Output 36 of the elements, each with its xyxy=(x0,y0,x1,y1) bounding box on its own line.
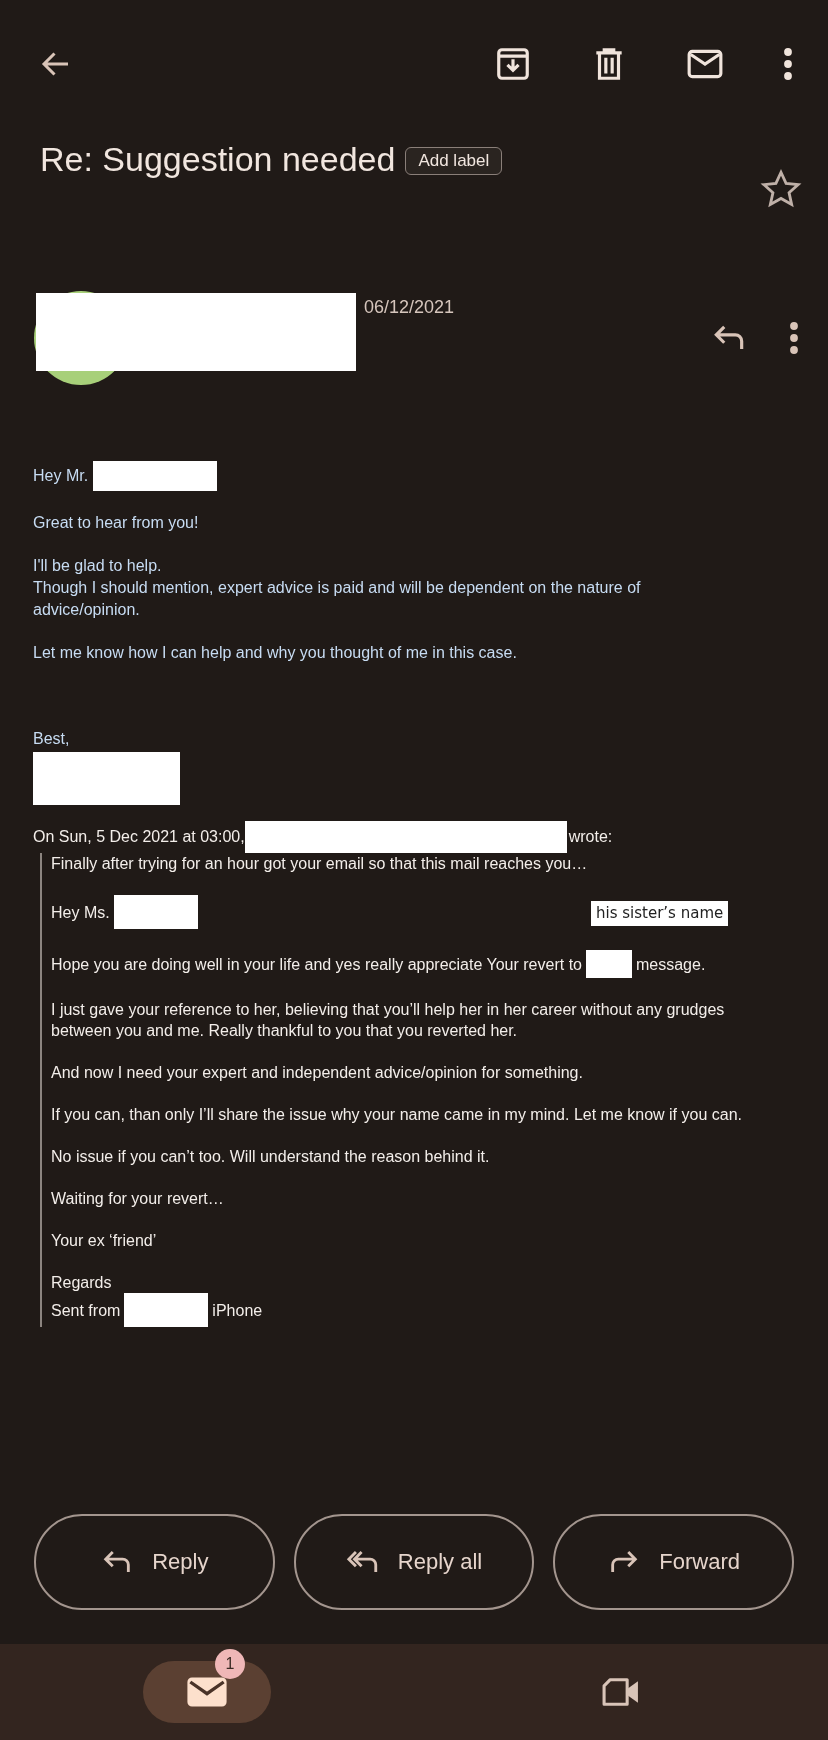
annotation-label: his sister’s name xyxy=(591,901,729,926)
redaction-block xyxy=(586,950,632,978)
archive-icon[interactable] xyxy=(494,45,532,83)
quoted-text: message. xyxy=(636,954,706,975)
quoted-text: Regards xyxy=(51,1273,112,1293)
message-text: Great to hear from you! xyxy=(33,513,199,533)
notification-badge: 1 xyxy=(215,1649,245,1679)
attribution-text: wrote: xyxy=(568,828,613,846)
more-icon[interactable] xyxy=(788,320,800,356)
message-date: 06/12/2021 xyxy=(364,297,455,318)
quoted-text: Your ex ‘friend’ xyxy=(51,1231,157,1251)
star-icon[interactable] xyxy=(760,168,802,210)
quoted-text: iPhone xyxy=(212,1300,263,1321)
message-text: Though I should mention, expert advice is paid and will be dependent on the nature of advice/opinion. xyxy=(33,578,642,620)
quoted-text: And now I need your expert and independent advice/opinion for something. xyxy=(51,1063,583,1083)
envelope-icon xyxy=(187,1675,227,1709)
quoted-text: Finally after trying for an hour got your email so that this mail reaches you… xyxy=(51,854,588,874)
add-label-chip[interactable]: Add label xyxy=(405,146,503,175)
more-icon[interactable] xyxy=(782,46,794,82)
quoted-text: Hey Ms. xyxy=(51,902,110,923)
attribution-text: On Sun, 5 Dec 2021 at 03:00, xyxy=(33,828,245,846)
quoted-text: Hope you are doing well in your life and yes really appreciate Your revert to xyxy=(51,954,582,975)
message-text: I'll be glad to help. xyxy=(33,556,162,576)
quoted-text: If you can, than only I’ll share the issue why your name came in my mind. Let me know if you can. xyxy=(51,1105,742,1125)
quoted-text: Waiting for your revert… xyxy=(51,1189,224,1209)
quoted-text: Sent from xyxy=(51,1300,121,1321)
email-subject: Re: Suggestion needed xyxy=(40,140,396,179)
reply-button[interactable]: Reply xyxy=(34,1514,275,1610)
video-camera-icon xyxy=(601,1675,641,1709)
message-text: Let me know how I can help and why you thought of me in this case. xyxy=(33,643,517,663)
quoted-text: No issue if you can’t too. Will understand the reason behind it. xyxy=(51,1147,490,1167)
message-text: Best, xyxy=(33,729,70,749)
forward-button[interactable]: Forward xyxy=(553,1514,794,1610)
message-text: Hey Mr. xyxy=(33,466,89,486)
quoted-text: I just gave your reference to her, believing that you’ll help her in her career without any grudges between you and me. Really thankful to you that you reverted her. xyxy=(51,1000,726,1041)
reply-all-button[interactable]: Reply all xyxy=(293,1514,535,1610)
